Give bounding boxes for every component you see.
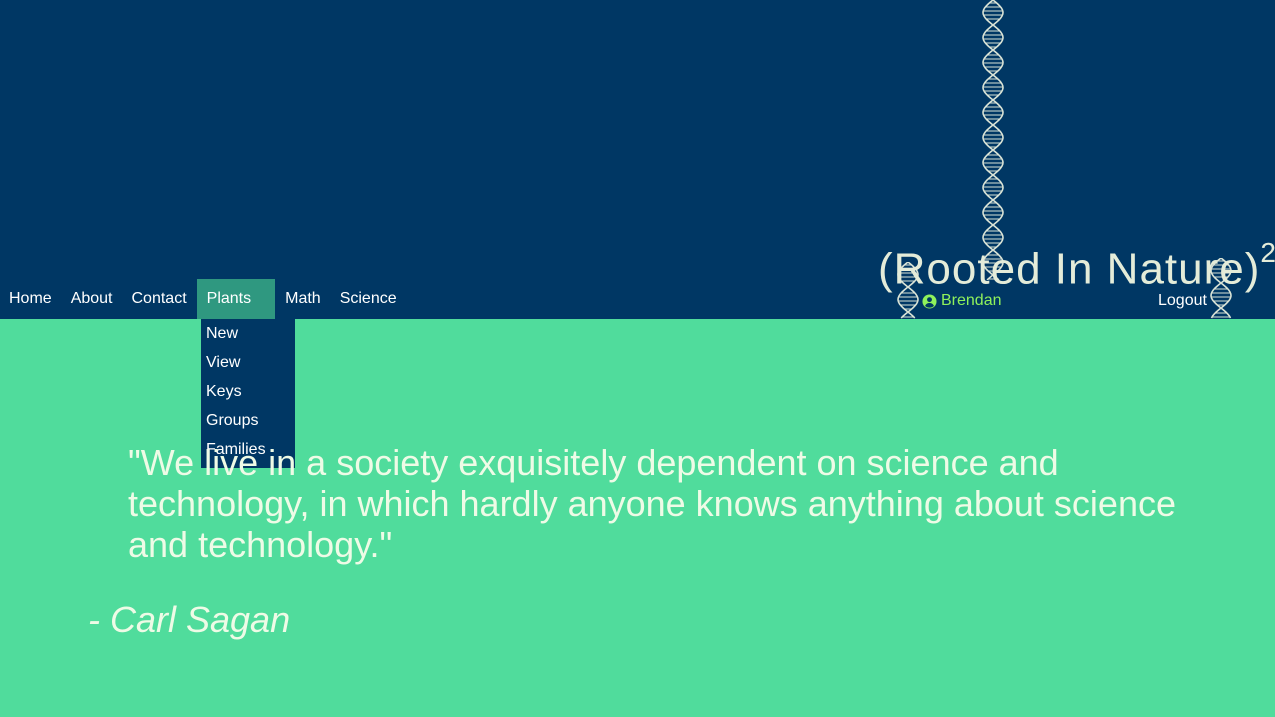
main-nav: Home About Contact Plants Math Science	[0, 279, 407, 319]
dropdown-item-view[interactable]: View	[201, 352, 295, 381]
nav-item-math[interactable]: Math	[275, 279, 331, 319]
dropdown-item-groups[interactable]: Groups	[201, 410, 295, 439]
logo-superscript: 2	[1260, 237, 1275, 268]
user-circle-icon	[922, 293, 937, 309]
dropdown-item-keys[interactable]: Keys	[201, 381, 295, 410]
site-header: (Rooted In Nature)2 Home About Contact P…	[0, 0, 1275, 319]
site-logo[interactable]: (Rooted In Nature)2	[878, 233, 1275, 296]
user-account-link[interactable]: Brendan	[922, 290, 1002, 312]
dropdown-item-new[interactable]: New	[201, 323, 295, 352]
nav-item-about[interactable]: About	[62, 279, 123, 319]
nav-item-contact[interactable]: Contact	[123, 279, 197, 319]
quote-author: - Carl Sagan	[88, 599, 291, 640]
logo-text: (Rooted In Nature)	[878, 244, 1261, 294]
logout-link[interactable]: Logout	[1158, 290, 1207, 312]
nav-item-home[interactable]: Home	[0, 279, 62, 319]
user-name: Brendan	[941, 292, 1002, 309]
nav-item-science[interactable]: Science	[331, 279, 407, 319]
featured-quote: "We live in a society exquisitely depend…	[128, 442, 1176, 565]
nav-item-plants[interactable]: Plants	[196, 279, 276, 319]
